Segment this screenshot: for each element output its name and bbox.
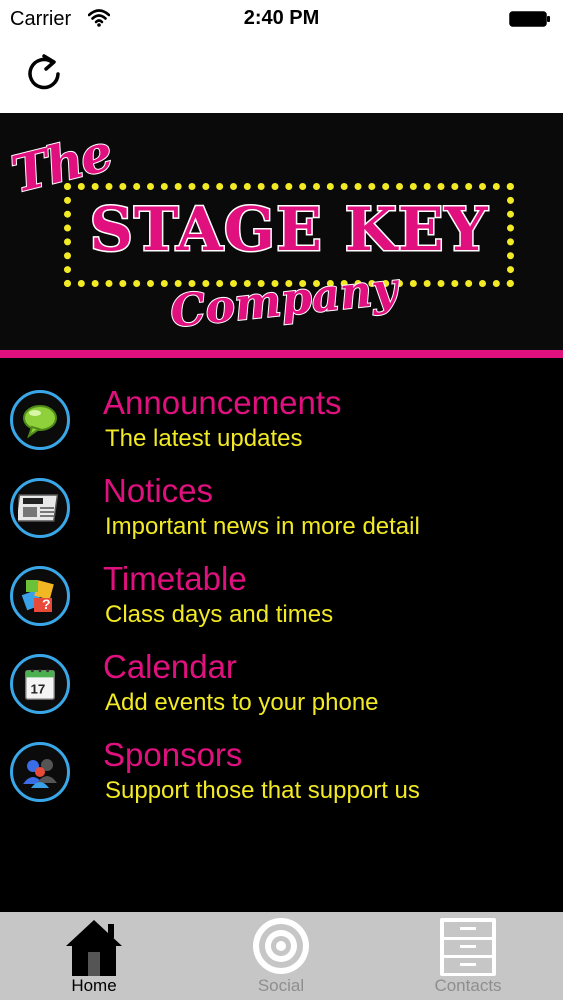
menu-item-title: Announcements bbox=[103, 384, 342, 421]
nav-bar bbox=[0, 38, 563, 113]
tab-home[interactable]: Home bbox=[24, 912, 164, 1000]
menu-item-subtitle: The latest updates bbox=[105, 425, 303, 452]
people-icon bbox=[10, 742, 70, 802]
menu-item-title: Notices bbox=[103, 472, 214, 509]
menu-item-subtitle: Class days and times bbox=[105, 601, 334, 628]
tab-label: Home bbox=[71, 976, 117, 995]
menu-item-announcements[interactable]: Announcements The latest updates bbox=[0, 380, 563, 460]
menu-item-timetable[interactable]: ? Timetable Class days and times bbox=[0, 556, 563, 636]
speech-bubble-icon bbox=[10, 390, 70, 450]
tab-contacts[interactable]: Contacts bbox=[398, 912, 538, 1000]
refresh-button[interactable] bbox=[22, 52, 66, 96]
refresh-icon bbox=[28, 54, 60, 90]
stage-key-logo: The STAGE KEY Company bbox=[5, 122, 520, 339]
menu-item-subtitle: Add events to your phone bbox=[105, 689, 379, 716]
target-icon bbox=[253, 918, 309, 974]
svg-text:17: 17 bbox=[31, 682, 46, 697]
menu-item-subtitle: Support those that support us bbox=[105, 777, 420, 804]
menu-item-subtitle: Important news in more detail bbox=[105, 513, 420, 540]
battery-icon bbox=[509, 11, 550, 27]
file-cabinet-icon bbox=[440, 918, 496, 976]
menu-item-title: Sponsors bbox=[103, 736, 243, 773]
tab-bar: Home Social Contacts bbox=[0, 912, 563, 1000]
svg-text:?: ? bbox=[42, 596, 51, 612]
status-bar: Carrier 2:40 PM bbox=[0, 0, 563, 38]
tab-label: Contacts bbox=[434, 976, 502, 995]
newspaper-icon bbox=[10, 478, 70, 538]
banner-divider bbox=[0, 350, 563, 358]
menu-item-sponsors[interactable]: Sponsors Support those that support us bbox=[0, 732, 563, 812]
status-time: 2:40 PM bbox=[243, 7, 320, 29]
puzzle-question-icon: ? bbox=[10, 566, 70, 626]
calendar-icon: 17 bbox=[10, 654, 70, 714]
menu-item-title: Timetable bbox=[103, 560, 247, 597]
menu-item-title: Calendar bbox=[103, 648, 237, 685]
menu-item-notices[interactable]: Notices Important news in more detail bbox=[0, 468, 563, 548]
home-icon bbox=[66, 920, 122, 976]
tab-label: Social bbox=[257, 976, 305, 995]
tab-social[interactable]: Social bbox=[211, 912, 351, 1000]
menu-item-calendar[interactable]: 17 Calendar Add events to your phone bbox=[0, 644, 563, 724]
logo-main-text: STAGE KEY bbox=[88, 194, 489, 267]
